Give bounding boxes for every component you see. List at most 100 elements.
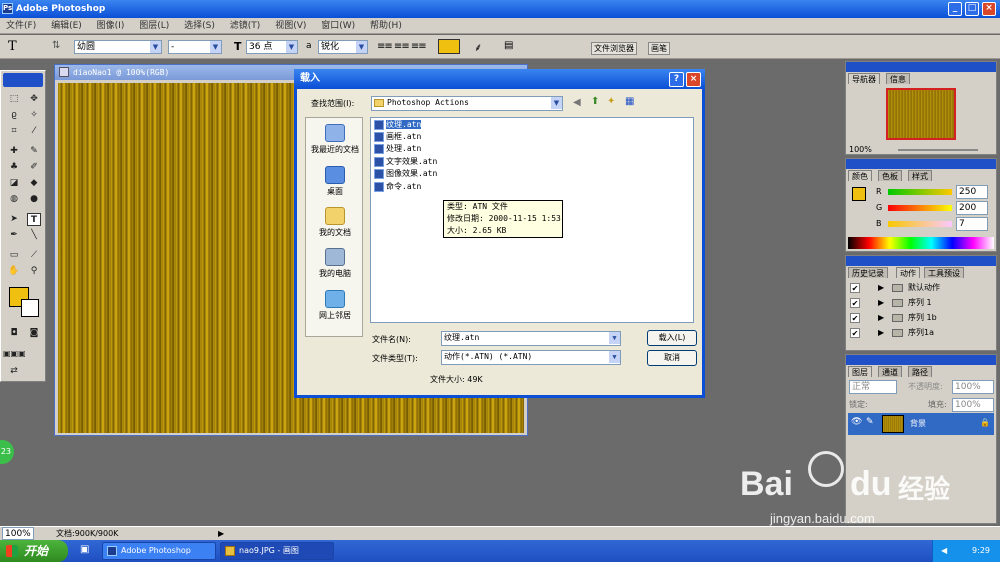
opacity-input[interactable]: 100% <box>952 380 994 394</box>
view-menu-icon[interactable]: ▦ <box>625 96 634 107</box>
quicklaunch-icon[interactable]: ▣ <box>80 544 89 555</box>
lasso-tool-icon[interactable]: ϱ <box>7 109 21 122</box>
healing-brush-icon[interactable]: ✚ <box>7 145 21 158</box>
start-button[interactable]: 开始 <box>0 540 68 562</box>
tab-layers[interactable]: 图层 <box>848 366 872 377</box>
cancel-button[interactable]: 取消 <box>647 350 697 366</box>
action-set-row[interactable]: ✔ ▶ 序列 1b <box>848 311 994 325</box>
orientation-icon[interactable]: ⇅ <box>52 40 60 51</box>
move-tool-icon[interactable]: ✥ <box>27 93 41 106</box>
clock[interactable]: 9:29 <box>972 546 990 555</box>
tab-channels[interactable]: 通道 <box>878 366 902 377</box>
up-folder-icon[interactable]: ⬆ <box>591 96 599 107</box>
eraser-tool-icon[interactable]: ◪ <box>7 177 21 190</box>
line-tool-icon[interactable]: ╲ <box>27 229 41 242</box>
tab-styles[interactable]: 样式 <box>908 170 932 181</box>
warp-text-icon[interactable]: ⸙ <box>474 40 482 55</box>
type-tool-icon[interactable]: T <box>8 39 17 54</box>
g-slider[interactable] <box>888 205 952 211</box>
expand-arrow-icon[interactable]: ▶ <box>878 311 884 325</box>
checkmark-icon[interactable]: ✔ <box>850 328 860 338</box>
tab-tool-presets[interactable]: 工具预设 <box>924 267 964 278</box>
tab-swatches[interactable]: 色板 <box>878 170 902 181</box>
file-item[interactable]: 纹理.atn <box>373 119 422 131</box>
action-set-row[interactable]: ✔ ▶ 序列1a <box>848 326 994 340</box>
screen-mode-icons[interactable]: ▣▣▣ <box>3 347 26 360</box>
maximize-button[interactable]: □ <box>965 2 979 16</box>
color-spectrum-bar[interactable] <box>848 237 994 249</box>
hand-tool-icon[interactable]: ✋ <box>7 265 21 278</box>
history-brush-icon[interactable]: ✐ <box>27 161 41 174</box>
quickmask-mode-icon[interactable]: ◙ <box>27 327 41 340</box>
font-family-select[interactable]: 幼圆 ▼ <box>74 40 162 54</box>
slice-tool-icon[interactable]: ⁄ <box>27 125 41 138</box>
status-arrow-icon[interactable]: ▶ <box>218 527 224 540</box>
b-slider[interactable] <box>888 221 952 227</box>
menu-edit[interactable]: 编辑(E) <box>51 21 82 31</box>
help-button[interactable]: ? <box>669 72 684 87</box>
notes-tool-icon[interactable]: ▭ <box>7 249 21 262</box>
magic-wand-icon[interactable]: ✧ <box>27 109 41 122</box>
lookin-select[interactable]: Photoshop Actions ▼ <box>371 96 563 111</box>
text-color-swatch[interactable] <box>438 39 460 54</box>
place-recent[interactable]: 我最近的文档 <box>306 124 364 155</box>
menu-file[interactable]: 文件(F) <box>6 21 36 31</box>
dodge-tool-icon[interactable]: ● <box>27 193 41 206</box>
expand-arrow-icon[interactable]: ▶ <box>878 296 884 310</box>
g-value[interactable]: 200 <box>956 201 988 215</box>
status-zoom[interactable]: 100% <box>2 527 34 540</box>
file-item[interactable]: 文字效果.atn <box>373 156 437 168</box>
file-item[interactable]: 处理.atn <box>373 143 421 155</box>
palettes-icon[interactable]: ▤ <box>504 40 513 51</box>
type-tool-active-icon[interactable]: T <box>27 213 41 226</box>
crop-tool-icon[interactable]: ⌗ <box>7 125 21 138</box>
file-item[interactable]: 画框.atn <box>373 131 421 143</box>
brush-tool-icon[interactable]: ✎ <box>27 145 41 158</box>
layer-row[interactable]: 👁 ✎ 背景 🔒 <box>848 413 994 435</box>
font-size-select[interactable]: 36 点 ▼ <box>246 40 298 54</box>
tab-actions[interactable]: 动作 <box>896 267 920 278</box>
new-folder-icon[interactable]: ✦ <box>607 96 615 107</box>
checkmark-icon[interactable]: ✔ <box>850 298 860 308</box>
volume-icon[interactable]: ◀ <box>941 540 947 562</box>
menu-window[interactable]: 窗口(W) <box>321 21 355 31</box>
align-buttons-icon[interactable]: ≡≡ ≡≡ ≡≡ <box>377 41 427 52</box>
nav-zoom-value[interactable]: 100% <box>849 145 872 154</box>
paint-bucket-icon[interactable]: ◆ <box>27 177 41 190</box>
tab-paths[interactable]: 路径 <box>908 366 932 377</box>
navigator-thumbnail[interactable] <box>886 88 956 140</box>
zoom-tool-icon[interactable]: ⚲ <box>27 265 41 278</box>
minimize-button[interactable]: _ <box>948 2 962 16</box>
menu-image[interactable]: 图像(I) <box>97 21 125 31</box>
menu-filter[interactable]: 滤镜(T) <box>230 21 261 31</box>
fill-input[interactable]: 100% <box>952 398 994 412</box>
file-item[interactable]: 命令.atn <box>373 181 421 193</box>
r-slider[interactable] <box>888 189 952 195</box>
pen-tool-icon[interactable]: ✒ <box>7 229 21 242</box>
eyedropper-icon[interactable]: ⟋ <box>27 249 41 262</box>
tab-color[interactable]: 颜色 <box>848 170 872 181</box>
file-item[interactable]: 图像效果.atn <box>373 168 437 180</box>
menu-select[interactable]: 选择(S) <box>184 21 215 31</box>
clone-stamp-icon[interactable]: ♣ <box>7 161 21 174</box>
blur-tool-icon[interactable]: ◍ <box>7 193 21 206</box>
menu-layer[interactable]: 图层(L) <box>139 21 169 31</box>
r-value[interactable]: 250 <box>956 185 988 199</box>
action-set-row[interactable]: ✔ ▶ 默认动作 <box>848 281 994 295</box>
place-mycomputer[interactable]: 我的电脑 <box>306 248 364 279</box>
menu-view[interactable]: 视图(V) <box>275 21 306 31</box>
tab-navigator[interactable]: 导航器 <box>848 73 880 84</box>
jump-to-imageready-icon[interactable]: ⇄ <box>7 365 21 378</box>
tab-brushes[interactable]: 画笔 <box>648 42 670 55</box>
tab-info[interactable]: 信息 <box>886 73 910 84</box>
dialog-close-button[interactable]: × <box>686 72 701 87</box>
background-color-swatch[interactable] <box>21 299 39 317</box>
filename-input[interactable]: 纹理.atn ▼ <box>441 331 621 346</box>
b-value[interactable]: 7 <box>956 217 988 231</box>
filetype-select[interactable]: 动作(*.ATN) (*.ATN) ▼ <box>441 350 621 365</box>
back-icon[interactable]: ◀ <box>573 97 581 108</box>
checkmark-icon[interactable]: ✔ <box>850 313 860 323</box>
place-mydocs[interactable]: 我的文档 <box>306 207 364 238</box>
blend-mode-select[interactable]: 正常 <box>849 380 897 394</box>
font-style-select[interactable]: - ▼ <box>168 40 222 54</box>
